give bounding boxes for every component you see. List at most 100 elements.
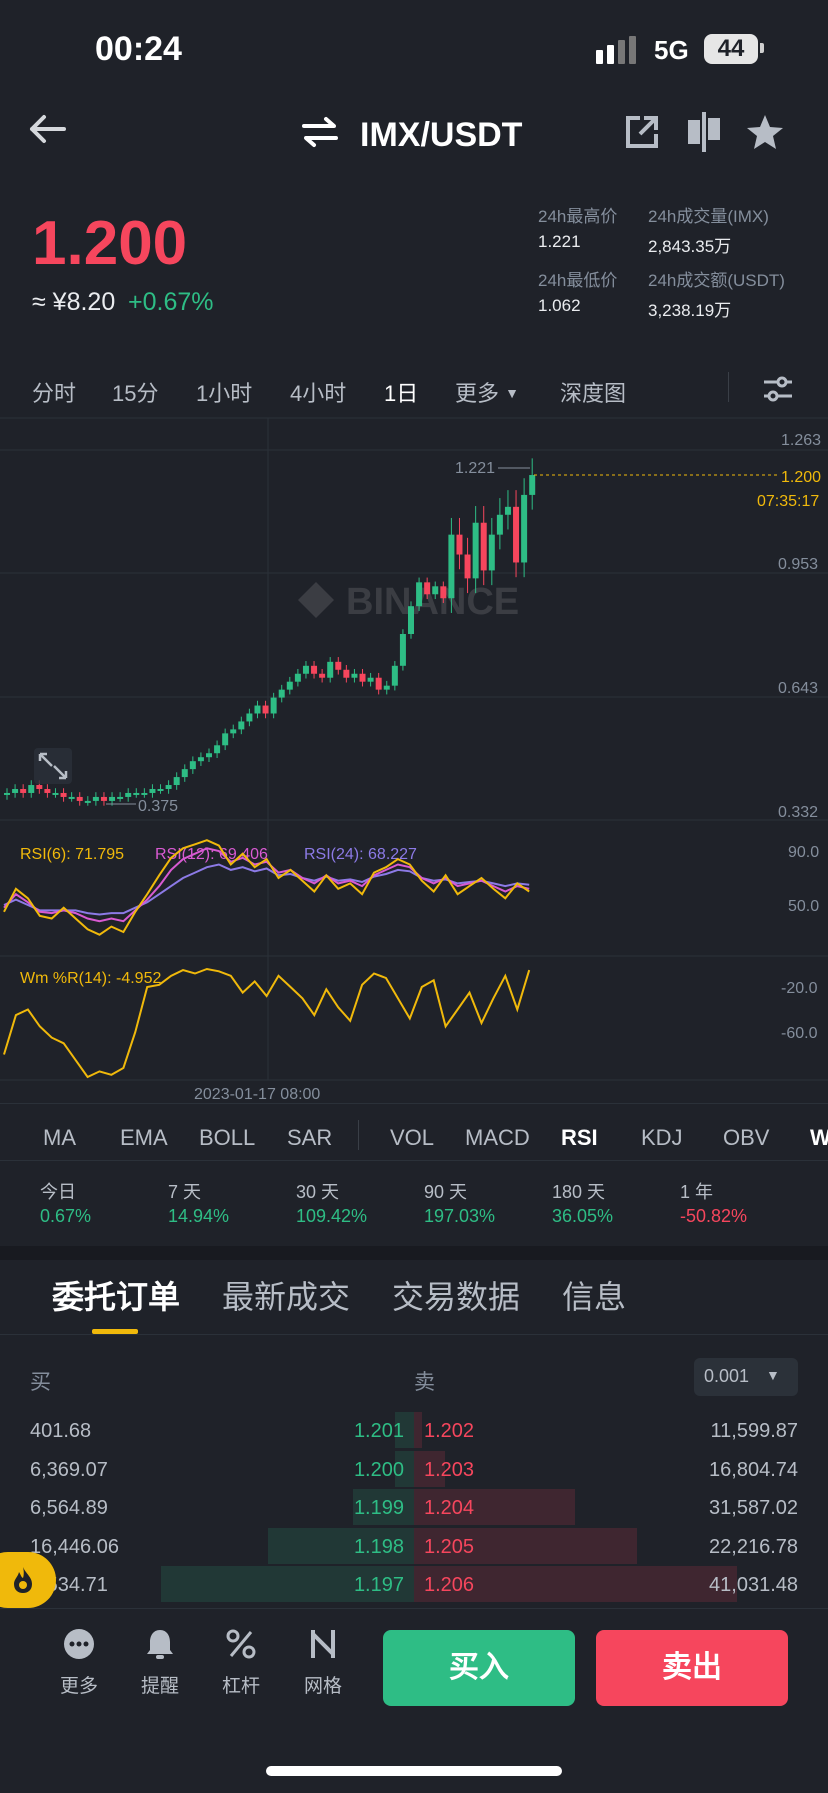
ask-price: 1.206 <box>424 1574 475 1596</box>
candle-body <box>28 785 35 793</box>
divider <box>0 1334 828 1335</box>
indicator-obv[interactable]: OBV <box>723 1125 769 1151</box>
expand-icon[interactable] <box>34 748 72 784</box>
nav-more[interactable]: 更多 <box>44 1628 114 1698</box>
chevron-down-icon: ▼ <box>766 1367 780 1383</box>
high-mark-label: 1.221 <box>455 460 495 477</box>
candle-body <box>424 582 431 595</box>
candle-body <box>343 669 350 678</box>
price-axis-label: 1.263 <box>781 432 821 449</box>
divider <box>0 1160 828 1161</box>
candle-body <box>92 796 99 801</box>
ask-quantity: 16,804.74 <box>709 1458 798 1481</box>
candle-body <box>448 534 455 599</box>
orderbook-row[interactable]: 6,369.07 1.200 1.203 16,804.74 <box>0 1450 828 1489</box>
performance-period-label: 180 天 <box>552 1182 606 1202</box>
sell-column-label: 卖 <box>414 1371 435 1394</box>
low-value: 1.062 <box>538 296 581 315</box>
tab-depth[interactable]: 深度图 <box>560 376 626 408</box>
chart-settings-icon[interactable] <box>762 374 794 404</box>
candle-body <box>206 753 212 758</box>
battery-icon: 44 <box>704 34 758 64</box>
ask-price: 1.203 <box>424 1458 475 1481</box>
indicator-vol[interactable]: VOL <box>390 1125 434 1151</box>
performance-period-label: 1 年 <box>680 1182 714 1202</box>
candle-body <box>125 792 132 797</box>
tab-time-share[interactable]: 分时 <box>32 376 76 408</box>
orderbook-row[interactable]: 401.68 1.201 1.202 11,599.87 <box>0 1412 828 1450</box>
candle-body <box>416 582 423 607</box>
tab-orderbook[interactable]: 委托订单 <box>52 1272 180 1318</box>
tab-4h[interactable]: 4小时 <box>290 376 346 408</box>
swap-icon[interactable] <box>300 116 340 148</box>
candle-body <box>222 733 229 746</box>
candle-body <box>504 506 511 515</box>
candle-body <box>52 792 59 795</box>
precision-select[interactable]: 0.001 ▼ <box>694 1358 798 1396</box>
bid-price: 1.197 <box>353 1574 404 1596</box>
chevron-down-icon: ▼ <box>505 385 519 401</box>
nav-grid[interactable]: 网格 <box>288 1628 358 1698</box>
candle-body <box>302 665 309 674</box>
performance-period-label: 30 天 <box>296 1182 340 1202</box>
ask-quantity: 31,587.02 <box>709 1497 798 1519</box>
candle-body <box>12 789 19 793</box>
tab-info[interactable]: 信息 <box>562 1272 626 1318</box>
indicator-boll[interactable]: BOLL <box>199 1125 255 1151</box>
high-value: 1.221 <box>538 232 581 251</box>
sell-button[interactable]: 卖出 <box>596 1630 788 1706</box>
indicator-ma[interactable]: MA <box>43 1125 76 1151</box>
bid-quantity: 401.68 <box>30 1420 92 1442</box>
candle-body <box>513 506 520 563</box>
share-icon[interactable] <box>624 114 660 150</box>
indicator-sar[interactable]: SAR <box>287 1125 332 1151</box>
candle-body <box>109 796 116 801</box>
tab-1h[interactable]: 1小时 <box>196 376 252 408</box>
high-label: 24h最高价 <box>538 207 618 226</box>
candle-body <box>60 792 67 797</box>
indicator-macd[interactable]: MACD <box>465 1125 530 1151</box>
last-price: 1.200 <box>32 209 188 278</box>
indicator-rsi[interactable]: RSI <box>561 1125 598 1151</box>
candle-body <box>351 673 358 678</box>
tab-1d[interactable]: 1日 <box>384 376 418 408</box>
nav-alert[interactable]: 提醒 <box>125 1628 195 1698</box>
tab-divider <box>728 372 729 402</box>
indicator-kdj[interactable]: KDJ <box>641 1125 683 1151</box>
wr-axis-label: -60.0 <box>781 1025 818 1042</box>
indicator-ema[interactable]: EMA <box>120 1125 168 1151</box>
orderbook-row[interactable]: 16,446.06 1.198 1.205 22,216.78 <box>0 1527 828 1566</box>
favorite-star-icon[interactable] <box>746 114 784 150</box>
floating-action-button[interactable] <box>0 1552 56 1608</box>
candle-body <box>286 681 293 690</box>
indicator-wr[interactable]: W <box>810 1125 828 1151</box>
price-chart[interactable]: BINANCE 1.221 0.375 1.263 0.953 0.643 0.… <box>0 414 828 1102</box>
candle-body <box>496 514 503 535</box>
buy-button[interactable]: 买入 <box>383 1630 575 1706</box>
bid-quantity: 6,564.89 <box>30 1497 108 1519</box>
tab-trading-data[interactable]: 交易数据 <box>392 1272 520 1318</box>
battery-tip <box>760 43 764 53</box>
nav-leverage[interactable]: 杠杆 <box>206 1628 276 1698</box>
bid-price: 1.199 <box>353 1497 404 1519</box>
orderbook-row[interactable]: 2,534.71 1.197 1.206 41,031.48 <box>0 1566 828 1604</box>
candle-body <box>294 673 301 682</box>
candlestick-mode-icon[interactable] <box>686 112 722 152</box>
tab-15m[interactable]: 15分 <box>112 376 158 408</box>
tab-more[interactable]: 更多 ▼ <box>455 376 519 408</box>
candle-countdown: 07:35:17 <box>757 493 819 510</box>
candle-body <box>399 634 406 666</box>
performance-period-label: 今日 <box>40 1182 76 1202</box>
rsi24-line <box>3 863 530 916</box>
rsi-axis-label: 50.0 <box>788 898 819 915</box>
candle-body <box>472 522 479 579</box>
ask-price: 1.202 <box>424 1420 475 1442</box>
orderbook-row[interactable]: 6,564.89 1.199 1.204 31,587.02 <box>0 1489 828 1527</box>
tab-trades[interactable]: 最新成交 <box>222 1272 350 1318</box>
pair-title[interactable]: IMX/USDT <box>360 116 522 155</box>
ask-quantity: 41,031.48 <box>709 1574 798 1596</box>
candle-body <box>36 785 43 790</box>
price-axis-label: 0.953 <box>778 556 818 573</box>
back-arrow-icon[interactable] <box>28 114 68 144</box>
rsi-axis-label: 90.0 <box>788 844 819 861</box>
